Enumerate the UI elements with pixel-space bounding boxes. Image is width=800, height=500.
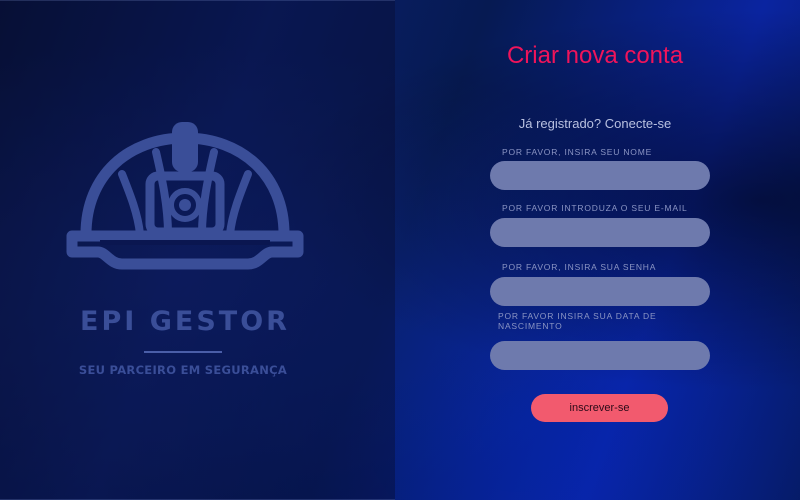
name-label: POR FAVOR, INSIRA SEU NOME bbox=[502, 147, 653, 157]
brand-tagline: SEU PARCEIRO EM SEGURANÇA bbox=[78, 363, 288, 377]
email-input[interactable] bbox=[490, 218, 710, 247]
name-input[interactable] bbox=[490, 161, 710, 190]
brand-divider bbox=[144, 351, 222, 353]
signup-button[interactable]: inscrever-se bbox=[531, 394, 668, 422]
brand-panel: EPI GESTOR SEU PARCEIRO EM SEGURANÇA bbox=[0, 0, 395, 500]
email-label: POR FAVOR INTRODUZA O SEU E-MAIL bbox=[502, 203, 688, 213]
birthdate-input[interactable] bbox=[490, 341, 710, 370]
password-label: POR FAVOR, INSIRA SUA SENHA bbox=[502, 262, 657, 272]
login-link[interactable]: Já registrado? Conecte-se bbox=[490, 116, 700, 131]
password-input[interactable] bbox=[490, 277, 710, 306]
page-title: Criar nova conta bbox=[506, 42, 684, 69]
brand-name: EPI GESTOR bbox=[80, 306, 290, 337]
signup-page: EPI GESTOR SEU PARCEIRO EM SEGURANÇA Cri… bbox=[0, 0, 800, 500]
birthdate-label: POR FAVOR INSIRA SUA DATA DE NASCIMENTO bbox=[498, 311, 657, 331]
hard-hat-icon bbox=[66, 122, 304, 270]
